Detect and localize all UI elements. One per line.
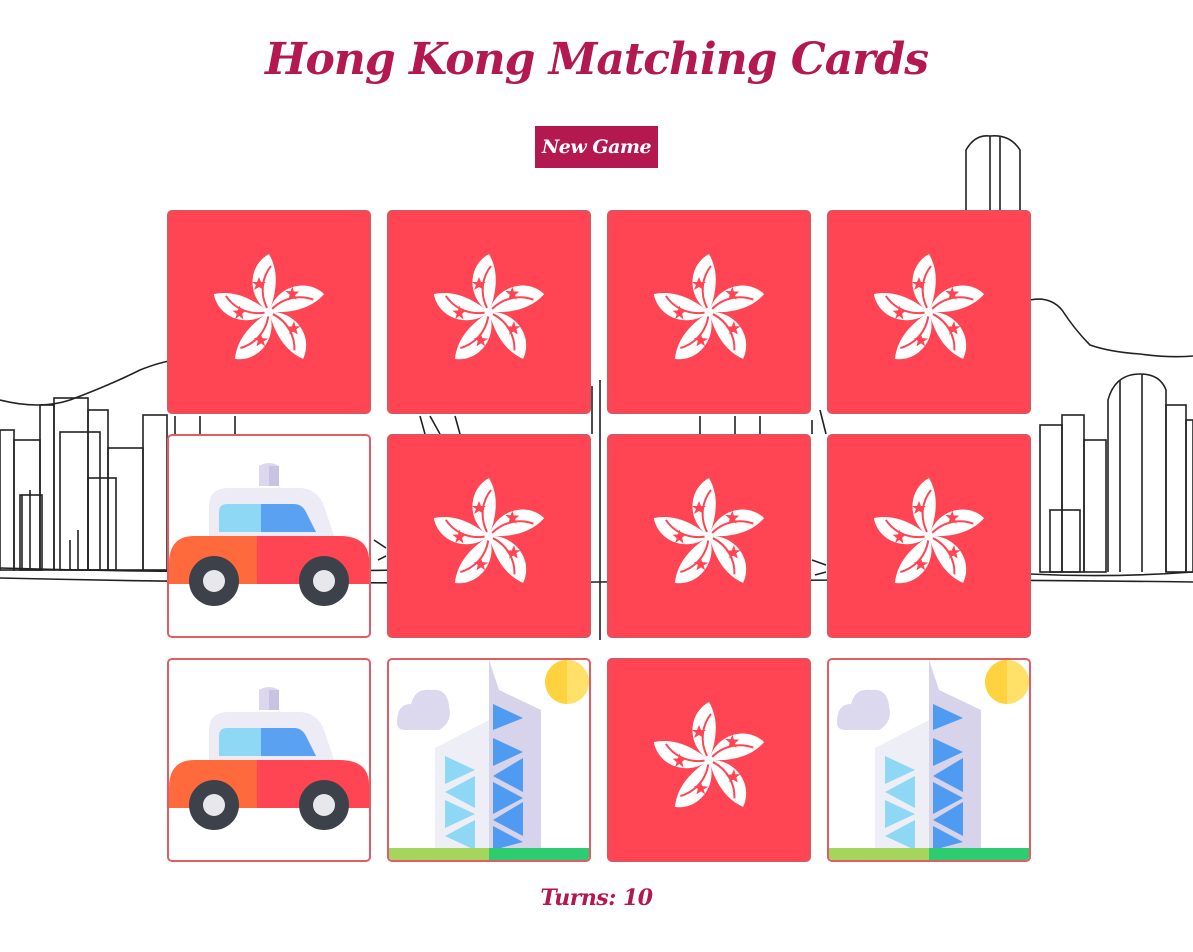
card-face-down[interactable] <box>607 658 811 862</box>
game-title: Hong Kong Matching Cards <box>264 34 929 85</box>
card-face-down[interactable] <box>827 210 1031 414</box>
card-face-down[interactable] <box>387 210 591 414</box>
card-face-down[interactable] <box>827 434 1031 638</box>
card-face-up[interactable] <box>167 658 371 862</box>
taxi-icon <box>169 463 369 606</box>
bauhinia-flower-icon <box>647 701 768 818</box>
bank-tower-icon <box>829 660 1029 860</box>
card-face-down[interactable] <box>607 434 811 638</box>
taxi-icon <box>169 687 369 830</box>
card-face-down[interactable] <box>167 210 371 414</box>
new-game-button[interactable]: New Game <box>535 126 658 168</box>
turns-label: Turns: <box>540 885 616 911</box>
bauhinia-flower-icon <box>427 477 548 594</box>
bauhinia-flower-icon <box>867 477 988 594</box>
bauhinia-flower-icon <box>647 253 768 370</box>
card-face-up[interactable] <box>827 658 1031 862</box>
bauhinia-flower-icon <box>647 477 768 594</box>
bauhinia-flower-icon <box>867 253 988 370</box>
card-grid <box>167 210 1031 862</box>
turns-value: 10 <box>623 885 653 911</box>
bank-tower-icon <box>389 660 589 860</box>
card-face-down[interactable] <box>387 434 591 638</box>
card-face-up[interactable] <box>387 658 591 862</box>
card-face-down[interactable] <box>607 210 811 414</box>
card-face-up[interactable] <box>167 434 371 638</box>
turns-counter: Turns: 10 <box>0 885 1193 911</box>
bauhinia-flower-icon <box>427 253 548 370</box>
bauhinia-flower-icon <box>207 254 328 370</box>
